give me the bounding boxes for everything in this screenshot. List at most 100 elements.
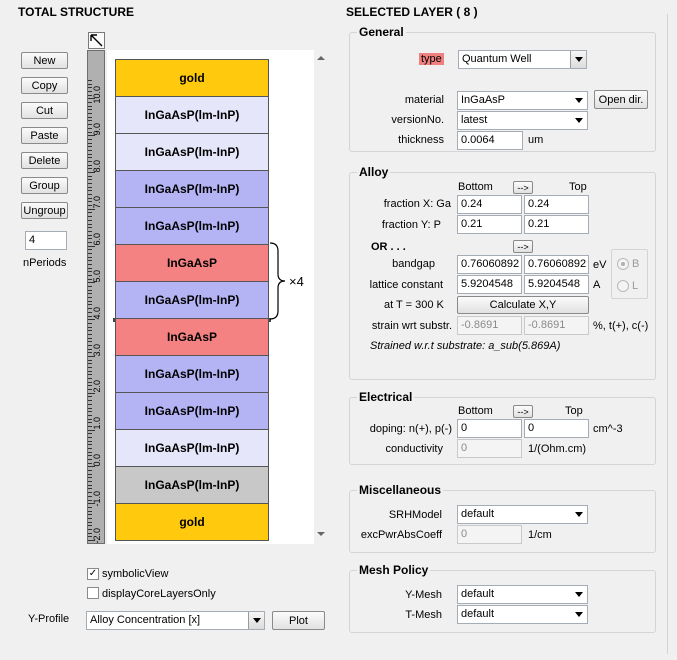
exc-pwr-unit: 1/cm xyxy=(528,529,552,541)
bandgap-top-input[interactable]: 0.76060892 xyxy=(524,255,589,274)
cut-button[interactable]: Cut xyxy=(21,102,68,119)
structure-layer[interactable]: InGaAsP(lm-InP) xyxy=(115,207,269,245)
exc-pwr-input: 0 xyxy=(457,525,522,544)
fraction-x-label: fraction X: Ga xyxy=(383,198,451,210)
misc-title: Miscellaneous xyxy=(357,483,444,497)
bandgap-bottom-input[interactable]: 0.76060892 xyxy=(457,255,522,274)
t-mesh-select[interactable]: default xyxy=(457,605,588,624)
material-select[interactable]: InGaAsP xyxy=(457,91,588,110)
alloy-copy-xy-button[interactable]: --> xyxy=(513,181,533,194)
structure-layer[interactable]: InGaAsP(lm-InP) xyxy=(115,355,269,393)
thickness-input[interactable]: 0.0064 xyxy=(457,131,523,150)
y-mesh-label: Y-Mesh xyxy=(405,589,442,601)
ruler-tick xyxy=(88,80,92,81)
dropdown-arrow-icon[interactable] xyxy=(575,612,583,617)
symbolic-view-checkbox[interactable]: ✓ xyxy=(87,568,99,580)
or-label: OR . . . xyxy=(371,241,406,253)
structure-layer[interactable]: InGaAsP(lm-InP) xyxy=(115,429,269,467)
electrical-bottom-header: Bottom xyxy=(458,405,493,417)
scroll-up-icon[interactable] xyxy=(317,56,325,60)
fraction-x-top-input[interactable]: 0.24 xyxy=(524,195,589,214)
alloy-title: Alloy xyxy=(357,165,391,179)
total-structure-title: TOTAL STRUCTURE xyxy=(18,5,134,19)
mesh-title: Mesh Policy xyxy=(357,563,431,577)
lattice-top-input[interactable]: 5.9204548 xyxy=(524,275,589,294)
ruler-tick xyxy=(88,448,92,449)
ruler-tick xyxy=(88,411,92,413)
ruler-label: 8.0 xyxy=(92,159,102,173)
paste-button[interactable]: Paste xyxy=(21,127,68,144)
ungroup-button[interactable]: Ungroup xyxy=(21,202,68,219)
y-profile-select[interactable]: Alloy Concentration [x] xyxy=(86,611,265,630)
strain-unit: %, t(+), c(-) xyxy=(593,320,649,332)
thickness-unit: um xyxy=(528,134,544,146)
dropdown-arrow-icon[interactable] xyxy=(248,612,264,629)
nperiods-input[interactable]: 4 xyxy=(25,231,67,250)
ruler-tick xyxy=(88,227,92,229)
ruler-tick xyxy=(88,267,92,269)
display-core-checkbox[interactable] xyxy=(87,587,99,599)
conductivity-label: conductivity xyxy=(385,443,443,455)
dropdown-arrow-icon[interactable] xyxy=(575,118,583,123)
structure-layer[interactable]: InGaAsP(lm-InP) xyxy=(115,466,269,504)
group-button[interactable]: Group xyxy=(21,177,68,194)
ruler-tick xyxy=(88,484,92,486)
strain-top-input: -0.8691 xyxy=(524,316,589,335)
new-button[interactable]: New xyxy=(21,52,68,69)
ruler-tick xyxy=(88,374,92,376)
dropdown-arrow-icon[interactable] xyxy=(575,98,583,103)
doping-bottom-input[interactable]: 0 xyxy=(457,419,522,438)
structure-layer[interactable]: gold xyxy=(115,59,269,97)
ruler-tick xyxy=(88,444,92,446)
dropdown-arrow-icon[interactable] xyxy=(570,51,586,68)
ruler-tick xyxy=(88,451,92,453)
selection-handle[interactable] xyxy=(113,318,271,322)
radio-l-label: L xyxy=(632,280,639,292)
structure-layer[interactable]: InGaAsP(lm-InP) xyxy=(115,170,269,208)
open-dir-button[interactable]: Open dir. xyxy=(594,90,648,109)
period-brace-icon xyxy=(269,242,286,320)
structure-layer[interactable]: InGaAsP xyxy=(115,244,269,282)
structure-layer[interactable]: InGaAsP(lm-InP) xyxy=(115,281,269,319)
alloy-top-header: Top xyxy=(569,181,587,193)
version-select[interactable]: latest xyxy=(457,111,588,130)
radio-b[interactable] xyxy=(617,258,629,270)
fraction-x-bottom-input[interactable]: 0.24 xyxy=(457,195,522,214)
type-value: Quantum Well xyxy=(462,53,532,65)
y-profile-label: Y-Profile xyxy=(28,613,70,625)
ruler-tick xyxy=(88,341,92,343)
plot-button[interactable]: Plot xyxy=(272,611,325,630)
structure-layer[interactable]: InGaAsP xyxy=(115,318,269,356)
y-profile-value: Alloy Concentration [x] xyxy=(90,614,201,626)
fraction-y-top-input[interactable]: 0.21 xyxy=(524,215,589,234)
y-mesh-select[interactable]: default xyxy=(457,585,588,604)
structure-layer[interactable]: InGaAsP(lm-InP) xyxy=(115,96,269,134)
zoom-reset-icon[interactable] xyxy=(88,32,105,49)
electrical-title: Electrical xyxy=(357,390,415,404)
electrical-copy-button[interactable]: --> xyxy=(513,405,533,418)
nperiods-label: nPeriods xyxy=(23,257,67,269)
period-multiplier: ×4 xyxy=(289,274,304,289)
structure-scrollbar[interactable] xyxy=(315,50,327,544)
ruler-label: 7.0 xyxy=(92,196,102,209)
structure-layer[interactable]: gold xyxy=(115,503,269,541)
temperature-label: at T = 300 K xyxy=(384,299,444,311)
dropdown-arrow-icon[interactable] xyxy=(575,512,583,517)
radio-l[interactable] xyxy=(617,280,629,292)
srh-model-select[interactable]: default xyxy=(457,505,588,524)
calculate-xy-button[interactable]: Calculate X,Y xyxy=(457,296,589,314)
fraction-y-bottom-input[interactable]: 0.21 xyxy=(457,215,522,234)
copy-button[interactable]: Copy xyxy=(21,77,68,94)
structure-layer[interactable]: InGaAsP(lm-InP) xyxy=(115,133,269,171)
structure-layer[interactable]: InGaAsP(lm-InP) xyxy=(115,392,269,430)
lattice-bottom-input[interactable]: 5.9204548 xyxy=(457,275,522,294)
general-title: General xyxy=(357,25,406,39)
doping-top-input[interactable]: 0 xyxy=(524,419,589,438)
radio-b-label: B xyxy=(632,258,640,270)
alloy-copy-bandgap-button[interactable]: --> xyxy=(513,240,533,253)
delete-button[interactable]: Delete xyxy=(21,152,68,169)
scroll-down-icon[interactable] xyxy=(317,532,325,536)
dropdown-arrow-icon[interactable] xyxy=(575,592,583,597)
type-select[interactable]: Quantum Well xyxy=(458,50,587,69)
ruler-label: -1.0 xyxy=(92,490,102,507)
